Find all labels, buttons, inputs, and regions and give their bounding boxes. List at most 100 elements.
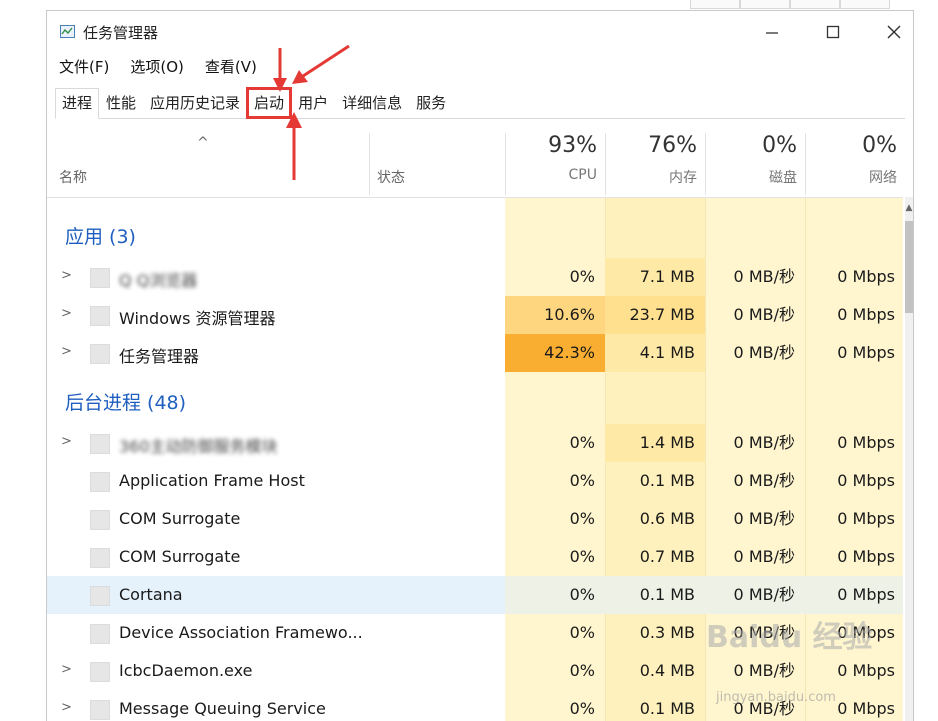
memory-value: 0.1 MB: [639, 699, 695, 718]
close-icon: [887, 25, 901, 39]
vertical-scrollbar[interactable]: ▲: [905, 197, 913, 721]
disk-total: 0%: [762, 133, 797, 158]
cpu-label: CPU: [568, 167, 597, 183]
column-header: ^ 名称 状态 93% CPU 76% 内存 0% 磁盘 0% 网络: [47, 133, 913, 195]
network-value: 0 Mbps: [837, 305, 895, 324]
title-bar[interactable]: 任务管理器: [47, 11, 913, 51]
process-row[interactable]: > 任务管理器 42.3% 4.1 MB 0 MB/秒 0 Mbps: [47, 334, 903, 372]
process-name: IcbcDaemon.exe: [119, 661, 253, 680]
process-name: Message Queuing Service: [119, 699, 326, 718]
network-value: 0 Mbps: [837, 433, 895, 452]
memory-value: 7.1 MB: [605, 258, 705, 296]
process-row[interactable]: > Windows 资源管理器 10.6% 23.7 MB 0 MB/秒 0 M…: [47, 296, 903, 334]
expand-icon[interactable]: >: [61, 306, 72, 321]
cpu-value: 10.6%: [505, 296, 605, 334]
process-name: 360主动防御服务模块: [119, 437, 278, 456]
cpu-value: 0%: [569, 661, 595, 680]
process-icon: [90, 472, 110, 492]
process-name: COM Surrogate: [119, 509, 241, 528]
process-row[interactable]: > 360主动防御服务模块 0% 1.4 MB 0 MB/秒 0 Mbps: [47, 424, 903, 462]
column-network[interactable]: 0% 网络: [805, 133, 905, 195]
process-row[interactable]: COM Surrogate 0% 0.7 MB 0 MB/秒 0 Mbps: [47, 538, 903, 576]
tab-app-history[interactable]: 应用历史记录: [143, 88, 247, 118]
menu-file[interactable]: 文件(F): [47, 55, 118, 79]
process-icon: [90, 548, 110, 568]
expand-icon[interactable]: >: [61, 700, 72, 715]
process-name: 任务管理器: [119, 347, 200, 366]
cpu-value: 0%: [569, 547, 595, 566]
expand-icon[interactable]: >: [61, 434, 72, 449]
background-box: [690, 0, 740, 9]
task-manager-icon: [60, 25, 75, 38]
disk-value: 0 MB/秒: [733, 267, 795, 286]
disk-value: 0 MB/秒: [733, 547, 795, 566]
section-header-background: 后台进程 (48): [47, 372, 903, 424]
process-row-selected[interactable]: Cortana 0% 0.1 MB 0 MB/秒 0 Mbps: [47, 576, 903, 614]
process-name: Q Q浏览器: [119, 271, 198, 290]
column-name[interactable]: 名称: [59, 167, 87, 187]
disk-value: 0 MB/秒: [733, 661, 795, 680]
window-title: 任务管理器: [83, 24, 159, 42]
disk-value: 0 MB/秒: [733, 471, 795, 490]
process-icon: [90, 662, 110, 682]
cpu-value: 42.3%: [505, 334, 605, 372]
process-icon: [90, 434, 110, 454]
memory-value: 0.7 MB: [639, 547, 695, 566]
column-status[interactable]: 状态: [377, 167, 405, 187]
process-name: Cortana: [119, 585, 183, 604]
cpu-value: 0%: [569, 267, 595, 286]
background-box: [740, 0, 790, 9]
network-value: 0 Mbps: [837, 661, 895, 680]
watermark-brand: Baidu 经验: [706, 620, 873, 655]
memory-value: 0.1 MB: [639, 471, 695, 490]
process-row[interactable]: Application Frame Host 0% 0.1 MB 0 MB/秒 …: [47, 462, 903, 500]
network-value: 0 Mbps: [837, 509, 895, 528]
watermark-url: jingyan.baidu.com: [716, 690, 836, 705]
expand-icon[interactable]: >: [61, 268, 72, 283]
expand-icon[interactable]: >: [61, 662, 72, 677]
memory-value: 0.3 MB: [639, 623, 695, 642]
process-icon: [90, 268, 110, 288]
network-total: 0%: [862, 133, 897, 158]
tab-strip: 进程 性能 应用历史记录 启动 用户 详细信息 服务: [55, 87, 905, 119]
cpu-value: 0%: [569, 699, 595, 718]
memory-value: 0.4 MB: [639, 661, 695, 680]
minimize-button[interactable]: [750, 17, 794, 47]
memory-value: 23.7 MB: [605, 296, 705, 334]
maximize-button[interactable]: [811, 17, 855, 47]
tab-services[interactable]: 服务: [409, 88, 453, 118]
menu-options[interactable]: 选项(O): [118, 55, 193, 79]
column-divider: [369, 133, 370, 195]
expand-icon[interactable]: >: [61, 344, 72, 359]
section-label: 应用 (3): [65, 226, 136, 248]
memory-value: 4.1 MB: [605, 334, 705, 372]
sort-up-icon[interactable]: ^: [197, 135, 209, 151]
cpu-value: 0%: [569, 509, 595, 528]
process-icon: [90, 700, 110, 720]
column-disk[interactable]: 0% 磁盘: [705, 133, 805, 195]
cpu-total: 93%: [548, 133, 597, 158]
section-header-apps: 应用 (3): [47, 198, 903, 254]
process-name: Application Frame Host: [119, 471, 305, 490]
disk-value: 0 MB/秒: [733, 509, 795, 528]
process-name: COM Surrogate: [119, 547, 241, 566]
network-value: 0 Mbps: [837, 471, 895, 490]
process-icon: [90, 624, 110, 644]
process-row[interactable]: > Q Q浏览器 0% 7.1 MB 0 MB/秒 0 Mbps: [47, 258, 903, 296]
tab-performance[interactable]: 性能: [99, 88, 143, 118]
scroll-thumb[interactable]: [905, 221, 913, 313]
annotation-arrows: [273, 44, 350, 180]
column-memory[interactable]: 76% 内存: [605, 133, 705, 195]
close-button[interactable]: [872, 17, 913, 47]
scroll-up-icon[interactable]: ▲: [905, 203, 913, 213]
process-name: Device Association Framewo...: [119, 623, 363, 642]
memory-value: 0.1 MB: [605, 576, 705, 614]
tab-processes[interactable]: 进程: [55, 88, 100, 119]
process-row[interactable]: COM Surrogate 0% 0.6 MB 0 MB/秒 0 Mbps: [47, 500, 903, 538]
process-row[interactable]: > IcbcDaemon.exe 0% 0.4 MB 0 MB/秒 0 Mbps: [47, 652, 903, 690]
memory-value: 0.6 MB: [639, 509, 695, 528]
network-label: 网络: [869, 170, 897, 186]
column-cpu[interactable]: 93% CPU: [505, 133, 605, 195]
maximize-icon: [826, 25, 840, 39]
menu-bar: 文件(F) 选项(O) 查看(V): [47, 55, 266, 79]
